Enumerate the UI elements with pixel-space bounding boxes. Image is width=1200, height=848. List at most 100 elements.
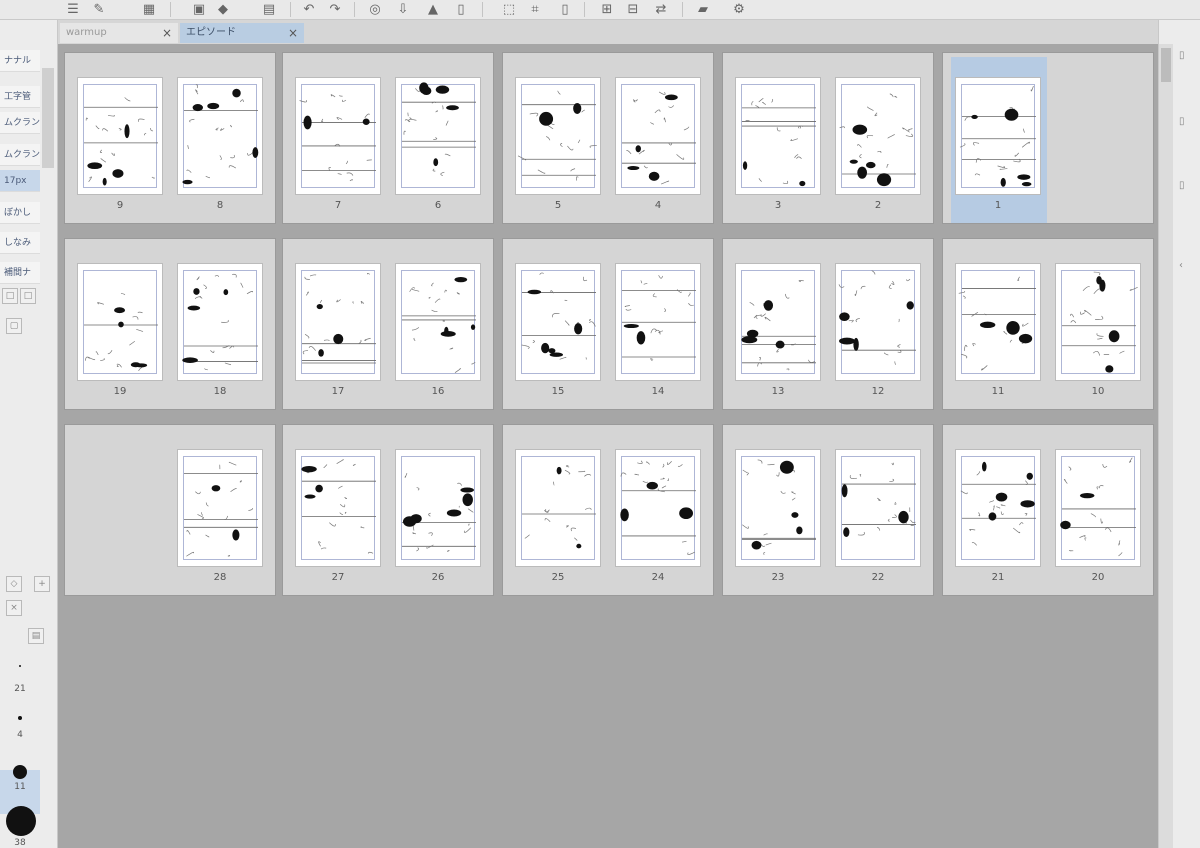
document-tab-bar: warmup × エピソード × [58, 20, 1158, 44]
page-spread[interactable]: 28 [64, 424, 276, 596]
page-spread[interactable]: 98 [64, 52, 276, 224]
panel-scrollbar[interactable] [42, 68, 54, 168]
page-number: 22 [871, 572, 885, 583]
page-spread[interactable]: 19 18 [64, 238, 276, 410]
select-icon[interactable]: ⬚ [500, 1, 518, 17]
page-number: 24 [651, 572, 665, 583]
page-thumbnail[interactable] [1055, 263, 1141, 381]
page-spread[interactable]: 1 [942, 52, 1154, 224]
page-thumbnail[interactable] [615, 449, 701, 567]
page-thumbnail[interactable] [395, 77, 481, 195]
page-thumbnail[interactable] [177, 449, 263, 567]
close-icon[interactable]: × [162, 23, 172, 43]
close-icon[interactable]: × [288, 23, 298, 43]
vertical-scrollbar[interactable] [1159, 44, 1173, 848]
page-thumbnail[interactable] [735, 263, 821, 381]
page-thumbnail[interactable] [735, 449, 821, 567]
page-spread[interactable]: 76 [282, 52, 494, 224]
tool-item-4[interactable]: ムクラン [0, 144, 40, 166]
layer-icon[interactable]: ▤ [260, 1, 278, 17]
view-mode-icon[interactable]: ▤ [28, 628, 44, 644]
export-icon[interactable]: ⇩ [394, 1, 412, 17]
page-spread[interactable]: 11 10 [942, 238, 1154, 410]
page-spread[interactable]: 54 [502, 52, 714, 224]
panel-icon[interactable]: ▯ [1179, 180, 1185, 191]
panel-icon[interactable]: ▢ [6, 318, 22, 334]
page-spread[interactable]: 32 [722, 52, 934, 224]
page-thumbnail[interactable] [77, 263, 163, 381]
page-thumbnail[interactable] [295, 263, 381, 381]
page-spread[interactable]: 17 16 [282, 238, 494, 410]
page-spread[interactable]: 15 14 [502, 238, 714, 410]
tool-item-3[interactable]: ムクラン [0, 112, 40, 134]
page-thumbnail[interactable] [615, 263, 701, 381]
move-page-icon[interactable]: ⇄ [652, 1, 670, 17]
page-thumbnail-art [839, 93, 916, 187]
page-thumbnail[interactable] [515, 263, 601, 381]
page-thumbnail-art [84, 292, 158, 372]
tool-item-6[interactable]: ぼかし [0, 202, 40, 224]
grid-icon[interactable]: ▦ [140, 1, 158, 17]
redo-icon[interactable]: ↷ [326, 1, 344, 17]
file-icon[interactable]: ▯ [452, 1, 470, 17]
chevron-icon[interactable]: ‹ [1179, 260, 1183, 271]
page-thumbnail[interactable] [77, 77, 163, 195]
page-thumbnail[interactable] [835, 77, 921, 195]
brush-dot-large[interactable] [13, 765, 27, 779]
page-thumbnail[interactable] [1055, 449, 1141, 567]
page-spread[interactable]: 21 20 [942, 424, 1154, 596]
tool-item-8[interactable]: 補間ナ [0, 262, 40, 284]
crop-icon[interactable]: ⌗ [526, 1, 544, 17]
page-spread[interactable]: 23 22 [722, 424, 934, 596]
menu-icon[interactable]: ☰ [64, 1, 82, 17]
page-thumbnail[interactable] [955, 449, 1041, 567]
remove-page-icon[interactable]: ⊟ [624, 1, 642, 17]
page-thumbnail[interactable] [835, 263, 921, 381]
brush-dot-small[interactable] [19, 665, 21, 667]
tool-item-1[interactable]: ナナル [0, 50, 40, 72]
page-thumbnail[interactable] [955, 77, 1041, 195]
lock-icon[interactable]: □ [2, 288, 18, 304]
brush-dot-medium[interactable] [18, 716, 22, 720]
page-number: 5 [554, 200, 562, 211]
page-spread[interactable]: 13 12 [722, 238, 934, 410]
page-thumbnail[interactable] [395, 263, 481, 381]
page-spread[interactable]: 25 24 [502, 424, 714, 596]
delete-preset-icon[interactable]: × [6, 600, 22, 616]
page-thumbnail[interactable] [735, 77, 821, 195]
page-thumbnail[interactable] [395, 449, 481, 567]
panel-icon[interactable]: ▯ [1179, 116, 1185, 127]
page-thumbnail[interactable] [955, 263, 1041, 381]
tool-item-7[interactable]: しなみ [0, 232, 40, 254]
add-preset-icon[interactable]: + [34, 576, 50, 592]
page-thumbnail[interactable] [295, 449, 381, 567]
trash-icon[interactable]: ▰ [694, 1, 712, 17]
new-file-icon[interactable]: ✎ [90, 1, 108, 17]
panel-icon[interactable]: ▯ [1179, 50, 1185, 61]
scrollbar-thumb[interactable] [1161, 48, 1171, 82]
page-number: 16 [431, 386, 445, 397]
page-thumbnail[interactable] [177, 263, 263, 381]
brush-preset-icon[interactable]: ◇ [6, 576, 22, 592]
zoom-icon[interactable]: ◎ [366, 1, 384, 17]
page-icon[interactable]: ▯ [556, 1, 574, 17]
tool-item-5[interactable]: 17px [0, 170, 40, 192]
add-page-icon[interactable]: ⊞ [598, 1, 616, 17]
page-thumbnail[interactable] [295, 77, 381, 195]
tool-item-2[interactable]: 工字管 [0, 86, 40, 108]
tab-warmup[interactable]: warmup × [60, 23, 178, 43]
page-spread[interactable]: 27 26 [282, 424, 494, 596]
page-thumbnail[interactable] [515, 449, 601, 567]
page-thumbnail[interactable] [615, 77, 701, 195]
page-thumbnail[interactable] [515, 77, 601, 195]
stamp-icon[interactable]: ◆ [214, 1, 232, 17]
brush-dot-xlarge[interactable] [6, 806, 36, 836]
copy-icon[interactable]: □ [20, 288, 36, 304]
undo-icon[interactable]: ↶ [300, 1, 318, 17]
page-thumbnail[interactable] [177, 77, 263, 195]
tab-episode[interactable]: エピソード × [180, 23, 304, 43]
settings-icon[interactable]: ⚙ [730, 1, 748, 17]
save-icon[interactable]: ▣ [190, 1, 208, 17]
print-icon[interactable]: ▲ [424, 1, 442, 17]
page-thumbnail[interactable] [835, 449, 921, 567]
